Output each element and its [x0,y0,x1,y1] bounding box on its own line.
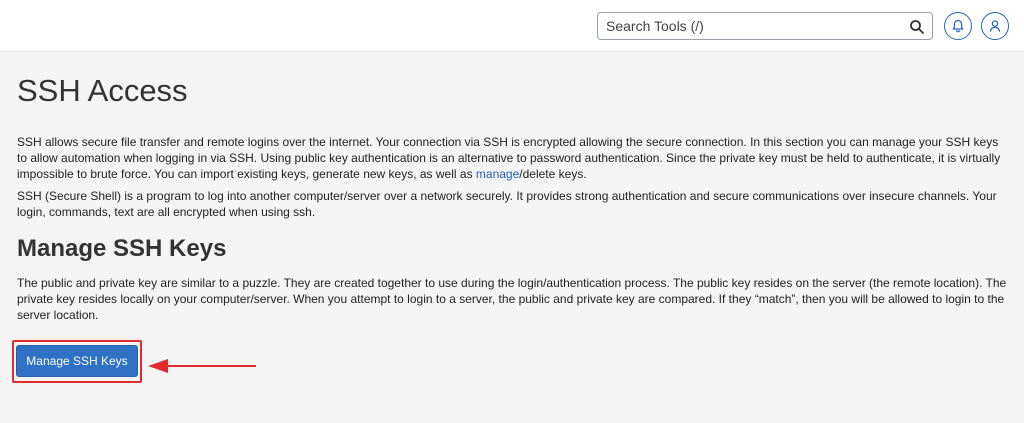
manage-ssh-keys-button[interactable]: Manage SSH Keys [16,345,138,377]
manage-link[interactable]: manage [476,167,519,181]
user-icon [989,20,1001,32]
intro-text-2: /delete keys. [519,167,587,181]
section-paragraph: The public and private key are similar t… [17,276,1007,322]
description-paragraph: SSH (Secure Shell) is a program to log i… [17,189,997,219]
section-title: Manage SSH Keys [17,235,227,262]
notifications-button[interactable] [944,12,972,40]
arrow-left-icon [148,359,256,373]
bell-icon [952,19,964,33]
page-title: SSH Access [17,73,188,108]
search-box[interactable] [597,12,933,40]
search-icon[interactable] [909,19,925,35]
user-menu-button[interactable] [981,12,1009,40]
intro-paragraph: SSH allows secure file transfer and remo… [17,134,1007,182]
top-bar [0,0,1024,52]
search-input[interactable] [598,13,898,39]
